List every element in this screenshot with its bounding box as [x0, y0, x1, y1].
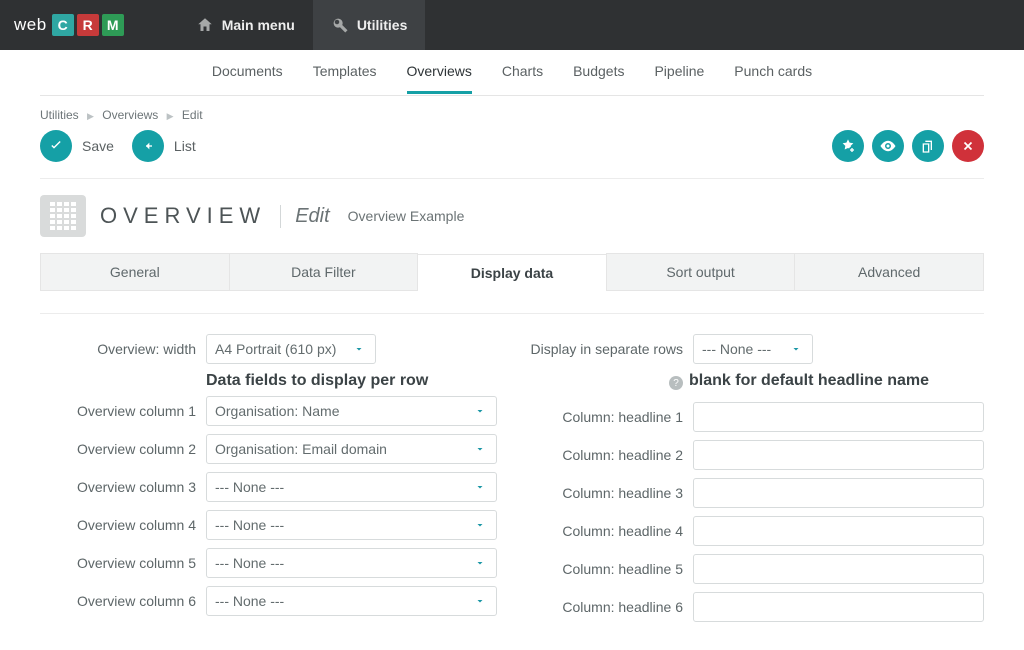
col3-value: --- None ---: [215, 479, 284, 495]
breadcrumb-utilities[interactable]: Utilities: [40, 108, 79, 122]
col1-label: Overview column 1: [40, 403, 196, 419]
nav-charts[interactable]: Charts: [502, 51, 543, 94]
nav-punch-cards[interactable]: Punch cards: [734, 51, 812, 94]
page-header: OVERVIEW Edit Overview Example: [40, 178, 984, 237]
overview-width-label: Overview: width: [40, 341, 196, 357]
form-area: Overview: width A4 Portrait (610 px) Dat…: [40, 313, 984, 630]
tab-advanced[interactable]: Advanced: [794, 253, 984, 290]
favorite-button[interactable]: [832, 130, 864, 162]
col1-select[interactable]: Organisation: Name: [206, 396, 497, 426]
left-column: Overview: width A4 Portrait (610 px) Dat…: [40, 334, 497, 630]
page-title: OVERVIEW: [100, 203, 266, 229]
head2-input[interactable]: [693, 440, 984, 470]
col2-value: Organisation: Email domain: [215, 441, 387, 457]
col6-label: Overview column 6: [40, 593, 196, 609]
head1-label: Column: headline 1: [527, 409, 683, 425]
breadcrumb: Utilities ▶ Overviews ▶ Edit: [40, 104, 984, 130]
nav-documents[interactable]: Documents: [212, 51, 283, 94]
left-section-heading: Data fields to display per row: [206, 372, 497, 390]
preview-button[interactable]: [872, 130, 904, 162]
col6-select[interactable]: --- None ---: [206, 586, 497, 616]
nav-pipeline[interactable]: Pipeline: [654, 51, 704, 94]
right-section-heading: blank for default headline name: [689, 372, 929, 390]
tab-general[interactable]: General: [40, 253, 230, 290]
utilities-label: Utilities: [357, 17, 408, 33]
head4-label: Column: headline 4: [527, 523, 683, 539]
col2-label: Overview column 2: [40, 441, 196, 457]
close-icon: [961, 139, 975, 153]
head3-label: Column: headline 3: [527, 485, 683, 501]
copy-button[interactable]: [912, 130, 944, 162]
delete-button[interactable]: [952, 130, 984, 162]
page-subtitle: Edit: [280, 205, 329, 228]
check-icon: [48, 138, 64, 154]
head2-label: Column: headline 2: [527, 447, 683, 463]
separate-rows-select[interactable]: --- None ---: [693, 334, 813, 364]
copy-icon: [920, 138, 936, 154]
chevron-down-icon: [474, 519, 486, 531]
overview-type-icon: [40, 195, 86, 237]
breadcrumb-edit: Edit: [182, 108, 203, 122]
nav-budgets[interactable]: Budgets: [573, 51, 624, 94]
overview-width-value: A4 Portrait (610 px): [215, 341, 336, 357]
separate-rows-label: Display in separate rows: [527, 341, 683, 357]
separate-rows-value: --- None ---: [702, 341, 771, 357]
chevron-down-icon: [474, 481, 486, 493]
nav-templates[interactable]: Templates: [313, 51, 377, 94]
chevron-down-icon: [474, 443, 486, 455]
main-menu-label: Main menu: [222, 17, 295, 33]
col5-select[interactable]: --- None ---: [206, 548, 497, 578]
home-icon: [196, 16, 214, 34]
save-button[interactable]: [40, 130, 72, 162]
head4-input[interactable]: [693, 516, 984, 546]
wrench-icon: [331, 16, 349, 34]
tabs: General Data Filter Display data Sort ou…: [40, 253, 984, 291]
col4-value: --- None ---: [215, 517, 284, 533]
utilities-button[interactable]: Utilities: [313, 0, 426, 50]
col4-label: Overview column 4: [40, 517, 196, 533]
toolbar: Save List: [40, 130, 984, 162]
list-label: List: [174, 138, 196, 154]
page-desc: Overview Example: [348, 208, 465, 224]
tab-sort-output[interactable]: Sort output: [606, 253, 796, 290]
chevron-down-icon: [353, 343, 365, 355]
main-menu-button[interactable]: Main menu: [178, 0, 313, 50]
head1-input[interactable]: [693, 402, 984, 432]
head5-input[interactable]: [693, 554, 984, 584]
col3-label: Overview column 3: [40, 479, 196, 495]
right-column: Display in separate rows --- None --- ? …: [527, 334, 984, 630]
col3-select[interactable]: --- None ---: [206, 472, 497, 502]
col6-value: --- None ---: [215, 593, 284, 609]
nav-overviews[interactable]: Overviews: [407, 51, 472, 94]
head3-input[interactable]: [693, 478, 984, 508]
chevron-down-icon: [474, 595, 486, 607]
top-bar: web CRM Main menu Utilities: [0, 0, 1024, 50]
head6-label: Column: headline 6: [527, 599, 683, 615]
tab-display-data[interactable]: Display data: [417, 254, 607, 291]
col5-value: --- None ---: [215, 555, 284, 571]
chevron-down-icon: [474, 557, 486, 569]
breadcrumb-overviews[interactable]: Overviews: [102, 108, 158, 122]
chevron-down-icon: [474, 405, 486, 417]
save-label: Save: [82, 138, 114, 154]
star-plus-icon: [840, 138, 856, 154]
col2-select[interactable]: Organisation: Email domain: [206, 434, 497, 464]
logo[interactable]: web CRM: [0, 14, 138, 36]
eye-icon: [879, 137, 897, 155]
chevron-down-icon: [790, 343, 802, 355]
head5-label: Column: headline 5: [527, 561, 683, 577]
col5-label: Overview column 5: [40, 555, 196, 571]
sub-nav: Documents Templates Overviews Charts Bud…: [40, 50, 984, 96]
tab-data-filter[interactable]: Data Filter: [229, 253, 419, 290]
help-icon[interactable]: ?: [669, 376, 683, 390]
col4-select[interactable]: --- None ---: [206, 510, 497, 540]
arrow-left-icon: [140, 138, 156, 154]
head6-input[interactable]: [693, 592, 984, 622]
list-button[interactable]: [132, 130, 164, 162]
col1-value: Organisation: Name: [215, 403, 340, 419]
overview-width-select[interactable]: A4 Portrait (610 px): [206, 334, 376, 364]
